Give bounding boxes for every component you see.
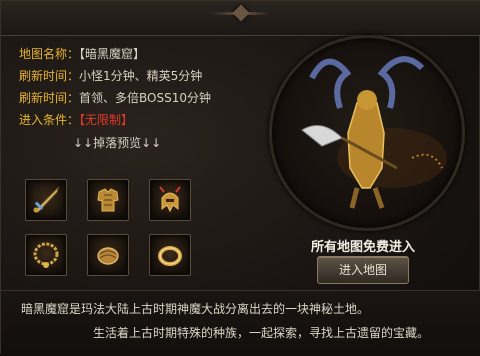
map-name-value: 【暗黑魔窟】 xyxy=(79,47,146,61)
boss-demon-icon xyxy=(301,56,447,209)
drop-item-grid xyxy=(21,176,221,286)
description-line-2: 生活着上古时期特殊的种族，一起探索，寻找上古遗留的宝藏。 xyxy=(93,326,430,340)
map-name-label: 地图名称： xyxy=(19,47,80,61)
refresh-row-2: 刷新时间：首领、多倍BOSS10分钟 xyxy=(19,87,259,109)
refresh-value-1: 小怪1分钟、精英5分钟 xyxy=(79,69,203,83)
title-bar xyxy=(1,1,480,36)
drop-slot-armor[interactable] xyxy=(87,179,129,221)
drop-slot-ring[interactable] xyxy=(149,234,191,276)
ring-icon xyxy=(158,246,182,266)
drop-preview-title: ↓↓掉落预览↓↓ xyxy=(73,136,162,150)
drop-slot-necklace[interactable] xyxy=(25,234,67,276)
necklace-icon xyxy=(33,242,59,268)
description-line-1: 暗黑魔窟是玛法大陆上古时期神魔大战分离出去的一块神秘土地。 xyxy=(21,302,370,316)
drop-slot-sword[interactable] xyxy=(25,179,67,221)
title-ornament xyxy=(211,3,271,29)
drop-slot-bracer[interactable] xyxy=(87,234,129,276)
condition-row: 进入条件：【无限制】 xyxy=(19,109,259,131)
drop-slot-helmet[interactable] xyxy=(149,179,191,221)
armor-icon xyxy=(97,188,119,212)
map-name-row: 地图名称：【暗黑魔窟】 xyxy=(19,43,259,65)
map-info-list: 地图名称：【暗黑魔窟】 刷新时间：小怪1分钟、精英5分钟 刷新时间：首领、多倍B… xyxy=(19,43,259,131)
bracer-icon xyxy=(97,247,119,265)
condition-value: 【无限制】 xyxy=(79,113,134,127)
helmet-icon xyxy=(159,186,181,213)
refresh-label-2: 刷新时间： xyxy=(19,91,80,105)
refresh-label-1: 刷新时间： xyxy=(19,69,80,83)
condition-label: 进入条件： xyxy=(19,113,80,127)
refresh-value-2: 首领、多倍BOSS10分钟 xyxy=(79,91,211,105)
sword-icon xyxy=(33,186,59,213)
free-entry-text: 所有地图免费进入 xyxy=(310,240,415,255)
refresh-row-1: 刷新时间：小怪1分钟、精英5分钟 xyxy=(19,65,259,87)
boss-portrait xyxy=(269,35,465,231)
map-description: 暗黑魔窟是玛法大陆上古时期神魔大战分离出去的一块神秘土地。 生活着上古时期特殊的… xyxy=(1,290,480,356)
enter-map-button[interactable]: 进入地图 xyxy=(317,256,409,284)
map-info-panel: 地图名称：【暗黑魔窟】 刷新时间：小怪1分钟、精英5分钟 刷新时间：首领、多倍B… xyxy=(0,0,480,356)
